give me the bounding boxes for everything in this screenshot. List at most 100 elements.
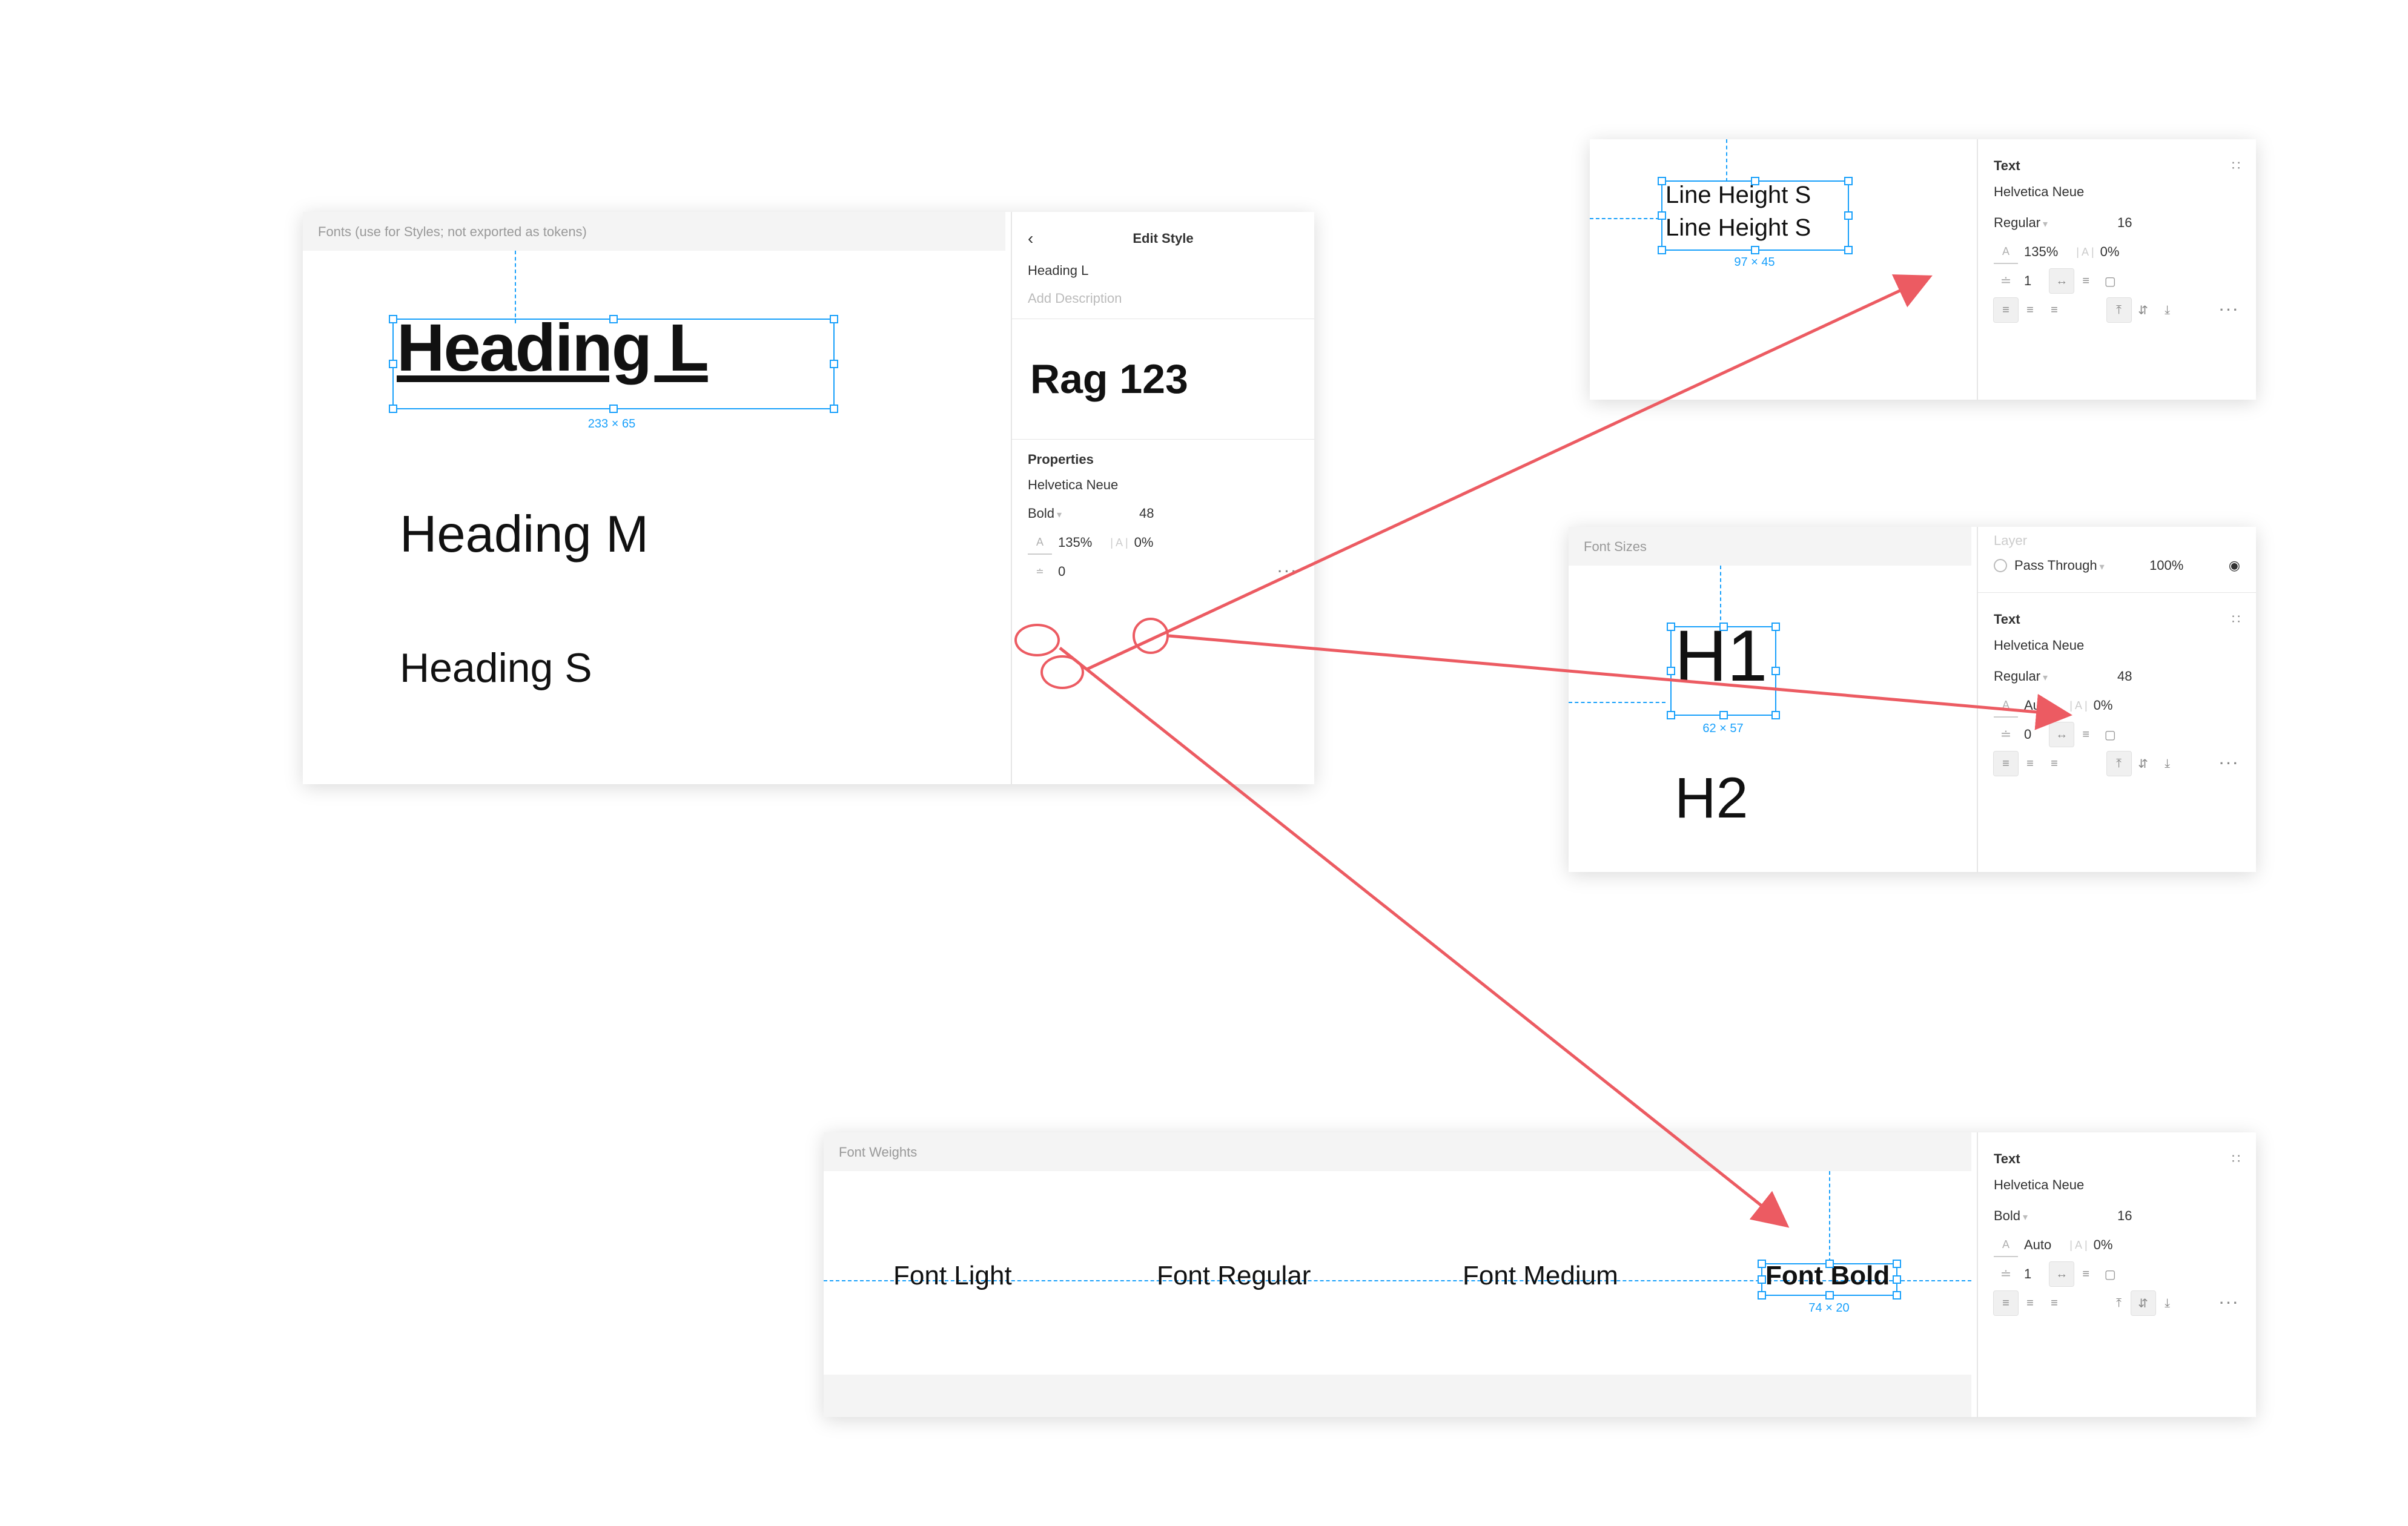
align-top-icon[interactable]: ⤒ [2107, 1291, 2131, 1315]
font-family-select[interactable]: Helvetica Neue [1994, 638, 2240, 653]
vertical-align-group[interactable]: ⤒ ⇵ ⤓ [2107, 298, 2180, 322]
letter-spacing-input[interactable]: 0% [1134, 535, 1154, 550]
style-options-icon[interactable]: ∷ [2232, 158, 2240, 174]
style-options-icon[interactable]: ∷ [2232, 612, 2240, 627]
align-middle-icon[interactable]: ⇵ [2131, 751, 2155, 776]
letter-spacing-icon: | A | [2076, 246, 2094, 259]
paragraph-spacing-icon: ≐ [1994, 722, 2018, 747]
letter-spacing-input[interactable]: 0% [2100, 244, 2120, 260]
align-bottom-icon[interactable]: ⤓ [2155, 298, 2180, 322]
text-heading-s[interactable]: Heading S [400, 644, 592, 692]
auto-height-icon[interactable]: ≡ [2074, 269, 2098, 293]
letter-spacing-icon: | A | [2069, 699, 2087, 712]
canvas[interactable]: Font Light Font Regular Font Medium Font… [824, 1171, 1971, 1375]
visibility-icon[interactable]: ◉ [2229, 558, 2240, 573]
blend-mode-select[interactable]: Pass Through▾ [2014, 558, 2105, 573]
auto-height-icon[interactable]: ≡ [2074, 722, 2098, 747]
paragraph-spacing-input[interactable]: 0 [2024, 727, 2031, 742]
fixed-size-icon[interactable]: ▢ [2098, 722, 2122, 747]
selection-box [1661, 180, 1849, 251]
fixed-size-icon[interactable]: ▢ [2098, 269, 2122, 293]
align-center-icon[interactable]: ≡ [2018, 298, 2042, 322]
properties-label: Properties [1028, 452, 1298, 467]
letter-spacing-input[interactable]: 0% [2094, 698, 2113, 713]
font-family-select[interactable]: Helvetica Neue [1994, 184, 2240, 200]
back-icon[interactable]: ‹ [1028, 229, 1033, 248]
font-weight-select[interactable]: Regular▾ [1994, 215, 2109, 231]
style-name-input[interactable]: Heading L [1028, 263, 1298, 279]
letter-spacing-input[interactable]: 0% [2094, 1237, 2113, 1253]
auto-width-icon[interactable]: ↔ [2049, 722, 2074, 747]
align-right-icon[interactable]: ≡ [2042, 751, 2066, 776]
align-center-icon[interactable]: ≡ [2018, 751, 2042, 776]
vertical-align-group[interactable]: ⤒ ⇵ ⤓ [2107, 1291, 2180, 1315]
line-height-input[interactable]: Auto [2024, 1237, 2051, 1253]
font-family-select[interactable]: Helvetica Neue [1028, 477, 1298, 493]
font-size-input[interactable]: 16 [2117, 215, 2132, 231]
align-bottom-icon[interactable]: ⤓ [2155, 1291, 2180, 1315]
panel-fonts-styles: Fonts (use for Styles; not exported as t… [303, 212, 1314, 784]
selection-box [392, 319, 835, 409]
font-size-input[interactable]: 48 [1139, 506, 1154, 521]
canvas[interactable]: H1 62 × 57 H2 [1569, 566, 1971, 872]
font-family-select[interactable]: Helvetica Neue [1994, 1177, 2240, 1193]
align-middle-icon[interactable]: ⇵ [2131, 1291, 2155, 1315]
font-weight-select[interactable]: Regular▾ [1994, 669, 2109, 684]
align-center-icon[interactable]: ≡ [2018, 1291, 2042, 1315]
vertical-align-group[interactable]: ⤒ ⇵ ⤓ [2107, 751, 2180, 776]
align-left-icon[interactable]: ≡ [1994, 751, 2018, 776]
sidebar-title: Edit Style [1133, 231, 1193, 246]
align-right-icon[interactable]: ≡ [2042, 298, 2066, 322]
more-options-icon[interactable]: ··· [2220, 302, 2240, 318]
blend-mode-icon [1994, 559, 2007, 572]
text-resize-group[interactable]: ↔ ≡ ▢ [2049, 1262, 2122, 1286]
style-options-icon[interactable]: ∷ [2232, 1151, 2240, 1167]
horizontal-align-group[interactable]: ≡ ≡ ≡ [1994, 298, 2066, 322]
text-resize-group[interactable]: ↔ ≡ ▢ [2049, 722, 2122, 747]
canvas[interactable]: Line Height S Line Height S 97 × 45 [1590, 139, 1971, 400]
more-options-icon[interactable]: ··· [2220, 756, 2240, 771]
line-height-icon: A [1994, 240, 2018, 264]
more-options-icon[interactable]: ··· [2220, 1295, 2240, 1311]
align-middle-icon[interactable]: ⇵ [2131, 298, 2155, 322]
align-right-icon[interactable]: ≡ [2042, 1291, 2066, 1315]
fixed-size-icon[interactable]: ▢ [2098, 1262, 2122, 1286]
text-resize-group[interactable]: ↔ ≡ ▢ [2049, 269, 2122, 293]
selection-dimensions: 97 × 45 [1694, 256, 1815, 269]
auto-width-icon[interactable]: ↔ [2049, 269, 2074, 293]
h2-sample[interactable]: H2 [1675, 765, 1748, 831]
paragraph-spacing-input[interactable]: 0 [1058, 564, 1065, 580]
font-regular-sample[interactable]: Font Regular [1157, 1261, 1311, 1291]
align-top-icon[interactable]: ⤒ [2107, 751, 2131, 776]
align-top-icon[interactable]: ⤒ [2107, 298, 2131, 322]
horizontal-align-group[interactable]: ≡ ≡ ≡ [1994, 1291, 2066, 1315]
more-options-icon[interactable]: ··· [1278, 564, 1298, 580]
canvas[interactable]: Heading L 233 × 65 Heading M Heading S [303, 251, 1005, 784]
auto-height-icon[interactable]: ≡ [2074, 1262, 2098, 1286]
paragraph-spacing-input[interactable]: 1 [2024, 273, 2031, 289]
add-description[interactable]: Add Description [1028, 291, 1298, 306]
edit-style-sidebar: ‹ Edit Style Heading L Add Description R… [1011, 212, 1314, 784]
line-height-icon: A [1994, 693, 2018, 718]
paragraph-spacing-icon: ≐ [1028, 560, 1052, 584]
frame-header: Fonts (use for Styles; not exported as t… [303, 212, 1005, 251]
line-height-input[interactable]: 135% [2024, 244, 2058, 260]
line-height-input[interactable]: Auto [2024, 698, 2051, 713]
horizontal-align-group[interactable]: ≡ ≡ ≡ [1994, 751, 2066, 776]
font-medium-sample[interactable]: Font Medium [1463, 1261, 1618, 1291]
opacity-input[interactable]: 100% [2149, 558, 2183, 573]
font-size-input[interactable]: 16 [2117, 1208, 2132, 1224]
frame-label: Font Weights [839, 1144, 917, 1160]
align-left-icon[interactable]: ≡ [1994, 1291, 2018, 1315]
font-size-input[interactable]: 48 [2117, 669, 2132, 684]
align-left-icon[interactable]: ≡ [1994, 298, 2018, 322]
annotation-circle-bold [1014, 624, 1060, 656]
text-heading-m[interactable]: Heading M [400, 505, 649, 564]
font-light-sample[interactable]: Font Light [893, 1261, 1012, 1291]
font-weight-select[interactable]: Bold▾ [1994, 1208, 2109, 1224]
auto-width-icon[interactable]: ↔ [2049, 1262, 2074, 1286]
paragraph-spacing-input[interactable]: 1 [2024, 1266, 2031, 1282]
font-weight-select[interactable]: Bold▾ [1028, 506, 1131, 521]
line-height-input[interactable]: 135% [1058, 535, 1092, 550]
align-bottom-icon[interactable]: ⤓ [2155, 751, 2180, 776]
